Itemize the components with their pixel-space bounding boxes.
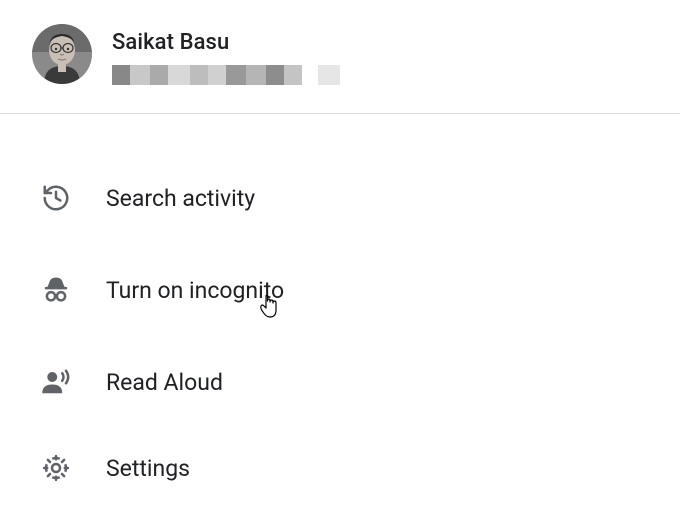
gear-icon xyxy=(40,452,72,484)
menu-label: Settings xyxy=(106,455,190,482)
menu-list: Search activity Turn on incognito xyxy=(0,114,680,508)
menu-item-read-aloud[interactable]: Read Aloud xyxy=(0,336,680,428)
menu-label: Read Aloud xyxy=(106,369,223,396)
profile-name: Saikat Basu xyxy=(112,30,340,55)
history-icon xyxy=(40,182,72,214)
profile-section: Saikat Basu xyxy=(0,0,680,113)
menu-label: Turn on incognito xyxy=(106,277,284,304)
menu-item-incognito[interactable]: Turn on incognito xyxy=(0,244,680,336)
menu-item-settings[interactable]: Settings xyxy=(0,428,680,508)
menu-item-search-activity[interactable]: Search activity xyxy=(0,152,680,244)
avatar[interactable] xyxy=(32,24,92,84)
read-aloud-icon xyxy=(40,366,72,398)
profile-email-redacted xyxy=(112,65,340,85)
profile-info: Saikat Basu xyxy=(112,24,340,85)
incognito-icon xyxy=(40,274,72,306)
menu-label: Search activity xyxy=(106,185,255,212)
